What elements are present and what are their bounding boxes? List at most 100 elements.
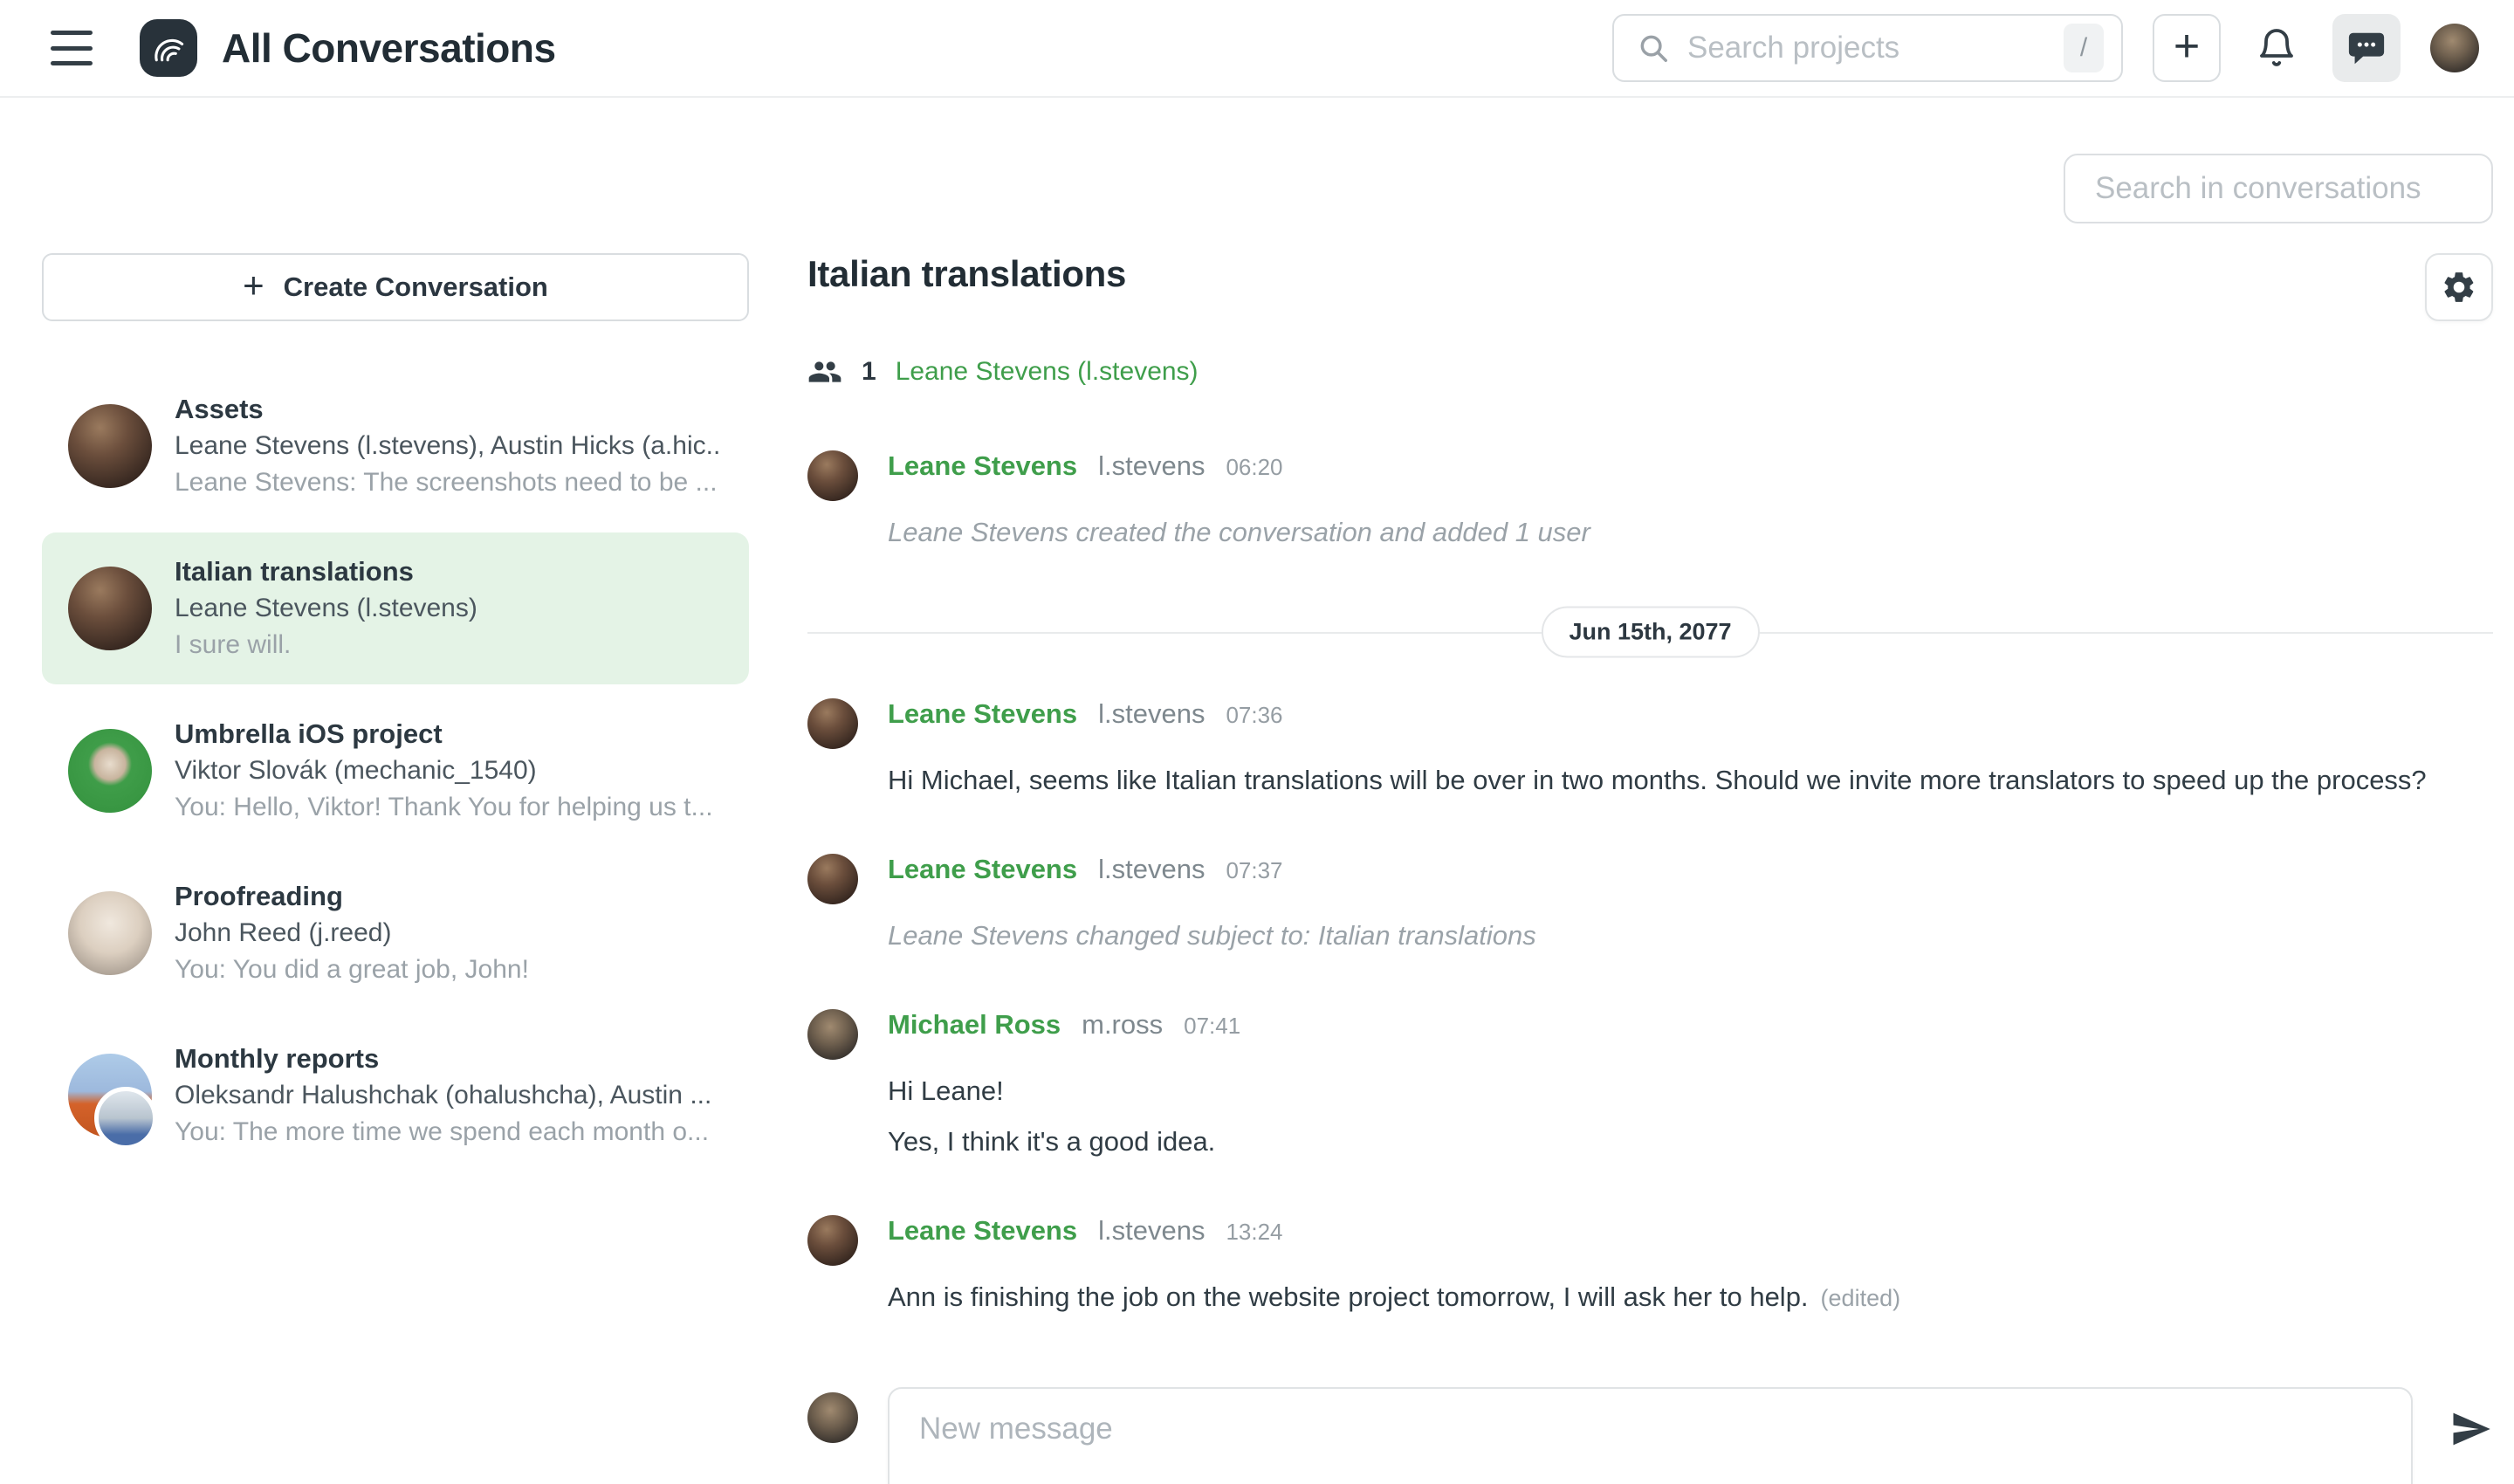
hamburger-icon[interactable] <box>51 31 93 65</box>
message-author[interactable]: Leane Stevens <box>888 854 1077 885</box>
content-area: + Create Conversation Assets Leane Steve… <box>0 98 2514 1484</box>
message-time: 07:36 <box>1226 702 1282 729</box>
message-avatar <box>807 698 858 749</box>
message-text: Ann is finishing the job on the website … <box>888 1278 2493 1317</box>
add-icon: + <box>2174 24 2200 69</box>
create-conversation-label: Create Conversation <box>284 271 548 303</box>
add-button[interactable]: + <box>2153 14 2221 82</box>
message-time: 07:37 <box>1226 857 1282 884</box>
conversation-participants: Oleksandr Halushchak (ohalushcha), Austi… <box>175 1077 723 1114</box>
message-author[interactable]: Michael Ross <box>888 1009 1061 1041</box>
conversation-participants: Leane Stevens (l.stevens), Austin Hicks … <box>175 428 723 464</box>
conversation-list-item[interactable]: Monthly reports Oleksandr Halushchak (oh… <box>42 1020 749 1171</box>
participant-names[interactable]: Leane Stevens (l.stevens) <box>896 357 1199 387</box>
participant-count: 1 <box>862 357 876 387</box>
projects-search: / <box>1612 14 2123 82</box>
chat-message: Michael Ross m.ross 07:41 Hi Leane! Yes, … <box>807 1009 2493 1161</box>
chat-panel: Italian translations 1 Leane Stevens (l.… <box>807 253 2493 1484</box>
conversations-button[interactable] <box>2332 14 2401 82</box>
conversation-settings-button[interactable] <box>2425 253 2493 321</box>
shortcut-key: / <box>2064 24 2104 72</box>
conversation-avatar <box>68 729 152 813</box>
people-icon <box>807 354 842 389</box>
conversation-preview: You: The more time we spend each month o… <box>175 1114 723 1151</box>
message-username: l.stevens <box>1098 854 1205 885</box>
search-input[interactable] <box>1687 31 2064 65</box>
message-author[interactable]: Leane Stevens <box>888 698 1077 730</box>
conversation-list-item[interactable]: Proofreading John Reed (j.reed) You: You… <box>42 857 749 1009</box>
chat-message: Leane Stevens l.stevens 13:24 Ann is fin… <box>807 1215 2493 1317</box>
conversation-avatar <box>68 1054 152 1137</box>
message-time: 07:41 <box>1184 1013 1240 1040</box>
message-line: Yes, I think it's a good idea. <box>888 1123 2493 1161</box>
conversation-search-input[interactable] <box>2064 154 2493 223</box>
page-title: All Conversations <box>222 24 556 72</box>
app-logo <box>140 19 197 77</box>
message-text: Hi Leane! Yes, I think it's a good idea. <box>888 1072 2493 1161</box>
message-line: Leane Stevens created the conversation a… <box>888 513 2493 552</box>
chat-message: Leane Stevens l.stevens 07:37 Leane Stev… <box>807 854 2493 955</box>
bell-icon <box>2256 27 2298 69</box>
edited-tag: (edited) <box>1821 1285 1901 1311</box>
conversation-preview: You: You did a great job, John! <box>175 952 723 988</box>
message-time: 13:24 <box>1226 1219 1282 1246</box>
message-avatar <box>807 1009 858 1060</box>
message-line: Ann is finishing the job on the website … <box>888 1278 2493 1317</box>
conversation-list-item[interactable]: Italian translations Leane Stevens (l.st… <box>42 532 749 684</box>
date-divider: Jun 15th, 2077 <box>807 606 2493 658</box>
composer-avatar <box>807 1392 858 1443</box>
conversation-participants: Viktor Slovák (mechanic_1540) <box>175 752 723 789</box>
conversation-participants: John Reed (j.reed) <box>175 915 723 952</box>
message-line: Hi Michael, seems like Italian translati… <box>888 761 2493 800</box>
notifications-button[interactable] <box>2250 14 2303 82</box>
message-avatar <box>807 450 858 501</box>
message-username: l.stevens <box>1098 698 1205 730</box>
conversation-title: Italian translations <box>175 553 723 590</box>
user-avatar[interactable] <box>2430 24 2479 72</box>
conversation-title: Umbrella iOS project <box>175 716 723 752</box>
message-avatar <box>807 854 858 904</box>
conversation-preview: I sure will. <box>175 627 723 663</box>
conversation-preview: You: Hello, Viktor! Thank You for helpin… <box>175 789 723 826</box>
conversation-avatar <box>68 891 152 975</box>
gear-icon <box>2441 269 2477 306</box>
conversation-list: Assets Leane Stevens (l.stevens), Austin… <box>42 370 749 1171</box>
send-icon <box>2448 1406 2493 1452</box>
conversation-participants: Leane Stevens (l.stevens) <box>175 590 723 627</box>
conversation-preview: Leane Stevens: The screenshots need to b… <box>175 464 723 501</box>
message-line: Leane Stevens changed subject to: Italia… <box>888 917 2493 955</box>
search-icon <box>1637 31 1670 65</box>
message-list: Leane Stevens l.stevens 06:20 Leane Stev… <box>807 450 2493 1371</box>
message-time: 06:20 <box>1226 454 1282 481</box>
message-username: l.stevens <box>1098 1215 1205 1247</box>
message-composer <box>807 1387 2493 1484</box>
new-message-input[interactable] <box>888 1387 2413 1484</box>
message-author[interactable]: Leane Stevens <box>888 450 1077 482</box>
message-author[interactable]: Leane Stevens <box>888 1215 1077 1247</box>
message-text: Leane Stevens created the conversation a… <box>888 513 2493 552</box>
message-username: m.ross <box>1082 1009 1163 1041</box>
chat-bubble-icon <box>2346 28 2387 68</box>
message-text: Leane Stevens changed subject to: Italia… <box>888 917 2493 955</box>
message-avatar <box>807 1215 858 1266</box>
conversation-title: Monthly reports <box>175 1041 723 1077</box>
create-conversation-button[interactable]: + Create Conversation <box>42 253 749 321</box>
message-line: Hi Leane! <box>888 1072 2493 1110</box>
send-button[interactable] <box>2448 1406 2493 1452</box>
message-username: l.stevens <box>1098 450 1205 482</box>
conversation-avatar <box>68 567 152 650</box>
date-divider-label: Jun 15th, 2077 <box>1541 607 1759 658</box>
participants-row: 1 Leane Stevens (l.stevens) <box>807 354 2493 389</box>
chat-message: Leane Stevens l.stevens 06:20 Leane Stev… <box>807 450 2493 552</box>
top-bar: All Conversations / + <box>0 0 2514 98</box>
chat-title: Italian translations <box>807 253 1126 295</box>
conversation-sidebar: + Create Conversation Assets Leane Steve… <box>42 253 749 1484</box>
conversation-avatar <box>68 404 152 488</box>
plus-icon: + <box>243 265 264 306</box>
conversation-title: Assets <box>175 391 723 428</box>
conversation-list-item[interactable]: Assets Leane Stevens (l.stevens), Austin… <box>42 370 749 522</box>
conversation-list-item[interactable]: Umbrella iOS project Viktor Slovák (mech… <box>42 695 749 847</box>
chat-message: Leane Stevens l.stevens 07:36 Hi Michael… <box>807 698 2493 800</box>
message-text: Hi Michael, seems like Italian translati… <box>888 761 2493 800</box>
conversation-title: Proofreading <box>175 878 723 915</box>
